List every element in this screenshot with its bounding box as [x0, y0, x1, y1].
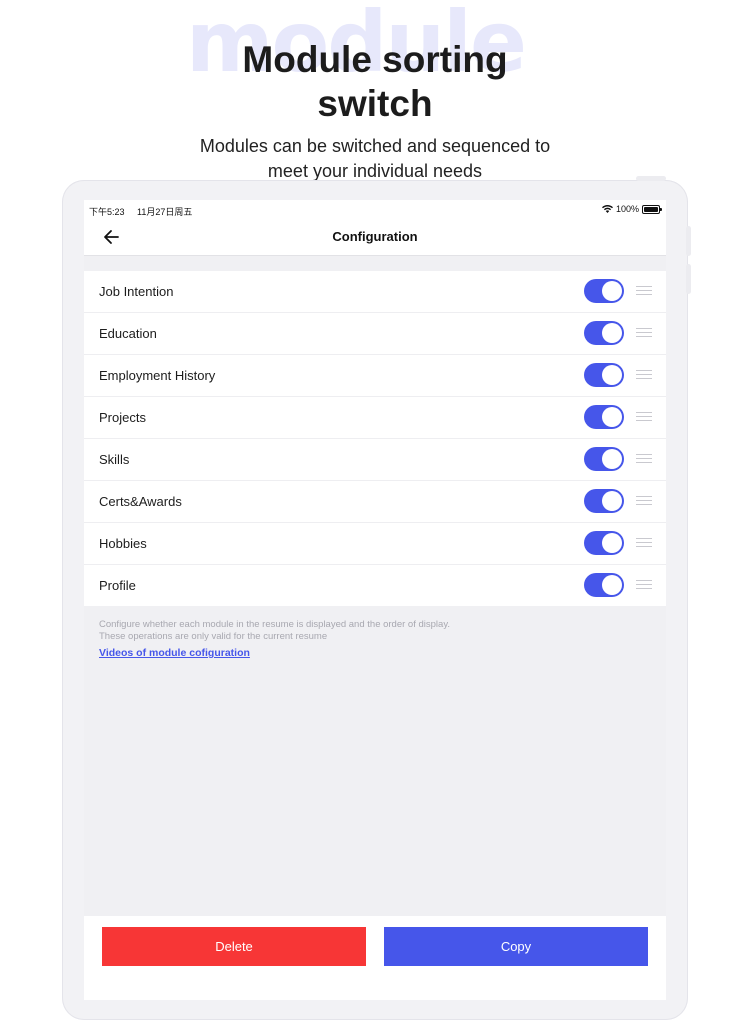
- device-volume-down: [686, 264, 691, 294]
- toggle-knob: [602, 575, 622, 595]
- module-visibility-toggle[interactable]: [584, 321, 624, 345]
- status-bar: 下午5:23 11月27日周五 100%: [84, 200, 666, 220]
- drag-handle-icon[interactable]: [636, 412, 652, 422]
- module-row: Skills: [84, 439, 666, 481]
- drag-handle-icon[interactable]: [636, 454, 652, 464]
- delete-button[interactable]: Delete: [102, 927, 366, 966]
- module-visibility-toggle[interactable]: [584, 405, 624, 429]
- drag-handle-icon[interactable]: [636, 496, 652, 506]
- module-label: Projects: [99, 410, 146, 425]
- status-date: 11月27日周五: [137, 207, 193, 217]
- toggle-knob: [602, 449, 622, 469]
- module-label: Education: [99, 326, 157, 341]
- module-row: Job Intention: [84, 271, 666, 313]
- module-list: Job Intention Education Employment History…: [84, 271, 666, 606]
- promo-header: module Module sorting switch Modules can…: [0, 0, 750, 190]
- module-visibility-toggle[interactable]: [584, 531, 624, 555]
- toggle-knob: [602, 365, 622, 385]
- module-visibility-toggle[interactable]: [584, 279, 624, 303]
- module-row: Certs&Awards: [84, 481, 666, 523]
- drag-handle-icon[interactable]: [636, 538, 652, 548]
- nav-bar: Configuration: [84, 220, 666, 256]
- config-note-line1: Configure whether each module in the res…: [99, 619, 450, 630]
- module-row: Profile: [84, 565, 666, 606]
- toggle-knob: [602, 491, 622, 511]
- wifi-icon: [601, 205, 613, 213]
- promo-subtitle-line1: Modules can be switched and sequenced to: [199, 136, 551, 156]
- action-bar: Delete Copy: [84, 916, 666, 1000]
- module-label: Hobbies: [99, 536, 147, 551]
- module-visibility-toggle[interactable]: [584, 447, 624, 471]
- app-screen: 下午5:23 11月27日周五 100% Configuration Job I…: [84, 200, 666, 1000]
- device-top-button: [636, 176, 666, 181]
- module-row: Projects: [84, 397, 666, 439]
- drag-handle-icon[interactable]: [636, 580, 652, 590]
- page-title: Configuration: [332, 229, 418, 244]
- module-row: Employment History: [84, 355, 666, 397]
- module-visibility-toggle[interactable]: [584, 363, 624, 387]
- module-visibility-toggle[interactable]: [584, 489, 624, 513]
- module-visibility-toggle[interactable]: [584, 573, 624, 597]
- video-tutorial-link[interactable]: Videos of module cofiguration: [99, 647, 250, 659]
- drag-handle-icon[interactable]: [636, 286, 652, 296]
- toggle-knob: [602, 281, 622, 301]
- promo-title-line2: switch: [317, 83, 433, 124]
- promo-title-line1: Module sorting: [242, 39, 508, 80]
- config-note: Configure whether each module in the res…: [99, 619, 659, 643]
- drag-handle-icon[interactable]: [636, 370, 652, 380]
- status-time: 下午5:23: [89, 207, 125, 217]
- module-label: Certs&Awards: [99, 494, 182, 509]
- toggle-knob: [602, 407, 622, 427]
- toggle-knob: [602, 323, 622, 343]
- device-volume-up: [686, 226, 691, 256]
- config-note-line2: These operations are only valid for the …: [99, 631, 328, 642]
- module-label: Job Intention: [99, 284, 174, 299]
- status-right: 100%: [601, 204, 662, 214]
- promo-subtitle: Modules can be switched and sequenced to…: [185, 134, 565, 184]
- module-row: Education: [84, 313, 666, 355]
- battery-percent: 100%: [615, 204, 639, 214]
- module-label: Employment History: [99, 368, 216, 383]
- copy-button[interactable]: Copy: [384, 927, 648, 966]
- module-label: Skills: [99, 452, 130, 467]
- battery-icon: [642, 204, 662, 214]
- promo-title: Module sorting switch: [0, 38, 750, 126]
- module-row: Hobbies: [84, 523, 666, 565]
- toggle-knob: [602, 533, 622, 553]
- drag-handle-icon[interactable]: [636, 328, 652, 338]
- module-label: Profile: [99, 578, 136, 593]
